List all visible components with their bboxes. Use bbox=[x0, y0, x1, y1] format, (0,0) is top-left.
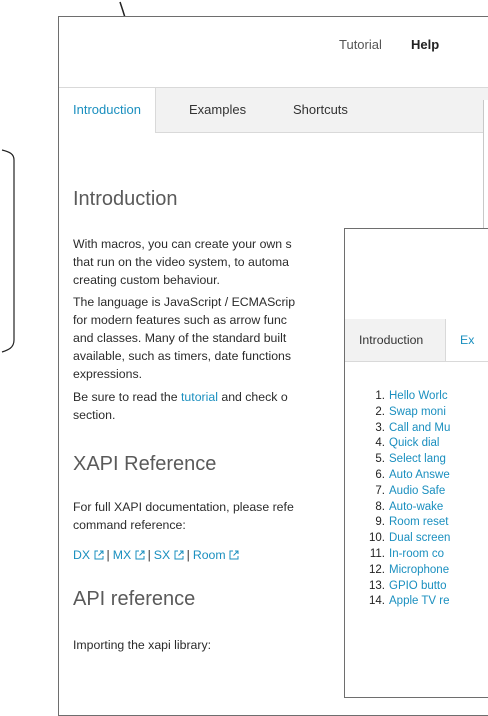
list-item[interactable]: 4. Quick dial bbox=[345, 436, 488, 452]
example-link[interactable]: GPIO butto bbox=[389, 580, 447, 592]
tutorial-link[interactable]: Tutorial bbox=[339, 37, 382, 52]
example-link[interactable]: Quick dial bbox=[389, 437, 440, 449]
ref-link-dx[interactable]: DX bbox=[73, 548, 104, 562]
list-item[interactable]: 2. Swap moni bbox=[345, 405, 488, 421]
list-item[interactable]: 7. Audio Safe bbox=[345, 484, 488, 500]
example-link[interactable]: Apple TV re bbox=[389, 595, 450, 607]
example-link[interactable]: Audio Safe bbox=[389, 485, 445, 497]
list-item[interactable]: 3. Call and Mu bbox=[345, 421, 488, 437]
ref-label: Room bbox=[192, 548, 226, 562]
item-number: 13. bbox=[369, 579, 385, 592]
list-item[interactable]: 5. Select lang bbox=[345, 452, 488, 468]
sketch-bracket-drawing bbox=[1, 149, 15, 353]
tab-shortcuts[interactable]: Shortcuts bbox=[279, 88, 362, 132]
item-number: 10. bbox=[369, 532, 385, 545]
list-item[interactable]: 10. Dual screen bbox=[345, 531, 488, 547]
item-number: 14. bbox=[369, 595, 385, 608]
item-number: 1. bbox=[375, 390, 385, 402]
example-link[interactable]: Swap moni bbox=[389, 406, 446, 418]
example-link[interactable]: Microphone bbox=[389, 564, 449, 576]
example-link[interactable]: Auto Answe bbox=[389, 469, 450, 481]
ref-link-mx[interactable]: MX bbox=[113, 548, 145, 562]
item-number: 2. bbox=[375, 405, 385, 418]
example-link[interactable]: In-room co bbox=[389, 548, 444, 560]
list-item[interactable]: 1. Hello Worlc bbox=[345, 389, 488, 405]
ref-link-sx[interactable]: SX bbox=[154, 548, 184, 562]
tutorial-inline-link[interactable]: tutorial bbox=[181, 390, 218, 404]
examples-list: 1. Hello Worlc 2. Swap moni 3. Call and Mu … bbox=[345, 389, 488, 610]
list-item[interactable]: 11. In-room co bbox=[345, 547, 488, 563]
list-item[interactable]: 13. GPIO butto bbox=[345, 579, 488, 595]
xapi-reference-links: DX | MX | SX | Room bbox=[73, 548, 239, 562]
list-item[interactable]: 9. Room reset bbox=[345, 515, 488, 531]
example-link[interactable]: Call and Mu bbox=[389, 422, 450, 434]
item-number: 8. bbox=[375, 500, 385, 513]
external-link-icon bbox=[174, 550, 184, 560]
side-panel-edge bbox=[483, 100, 488, 230]
item-number: 3. bbox=[375, 421, 385, 434]
text-span: and check o bbox=[217, 390, 288, 404]
external-link-icon bbox=[94, 550, 104, 560]
api-heading: API reference bbox=[73, 588, 196, 610]
separator: | bbox=[147, 548, 151, 562]
item-number: 4. bbox=[375, 437, 385, 450]
separator: | bbox=[106, 548, 110, 562]
help-link[interactable]: Help bbox=[411, 37, 439, 52]
example-link[interactable]: Select lang bbox=[389, 453, 446, 465]
example-link[interactable]: Hello Worlc bbox=[389, 390, 448, 402]
top-bar: Tutorial Help bbox=[59, 17, 488, 88]
tab-examples[interactable]: Examples bbox=[175, 88, 260, 132]
external-link-icon bbox=[135, 550, 145, 560]
item-number: 7. bbox=[375, 484, 385, 497]
item-number: 12. bbox=[369, 563, 385, 576]
ref-label: DX bbox=[73, 548, 91, 562]
example-link[interactable]: Room reset bbox=[389, 516, 448, 528]
item-number: 5. bbox=[375, 453, 385, 466]
ref-label: SX bbox=[153, 548, 171, 562]
list-item[interactable]: 8. Auto-wake bbox=[345, 500, 488, 516]
external-link-icon bbox=[229, 550, 239, 560]
list-item[interactable]: 14. Apple TV re bbox=[345, 594, 488, 610]
item-number: 11. bbox=[369, 547, 385, 560]
intro-heading: Introduction bbox=[73, 188, 178, 210]
text-span: Be sure to read the bbox=[73, 390, 182, 404]
example-link[interactable]: Auto-wake bbox=[389, 501, 443, 513]
tab-bar: Introduction Examples Shortcuts bbox=[59, 88, 488, 133]
front-tab-introduction[interactable]: Introduction bbox=[345, 319, 437, 361]
ref-label: MX bbox=[112, 548, 132, 562]
front-tab-bar: Introduction Ex bbox=[345, 319, 488, 362]
tab-introduction[interactable]: Introduction bbox=[59, 88, 156, 133]
xapi-heading: XAPI Reference bbox=[73, 453, 217, 475]
item-number: 9. bbox=[375, 516, 385, 529]
list-item[interactable]: 6. Auto Answe bbox=[345, 468, 488, 484]
ref-link-room[interactable]: Room bbox=[193, 548, 239, 562]
examples-window: Introduction Ex 1. Hello Worlc 2. Swap mon… bbox=[344, 228, 488, 698]
list-item[interactable]: 12. Microphone bbox=[345, 563, 488, 579]
separator: | bbox=[186, 548, 190, 562]
item-number: 6. bbox=[375, 468, 385, 481]
example-link[interactable]: Dual screen bbox=[389, 532, 450, 544]
front-tab-examples[interactable]: Ex bbox=[445, 319, 488, 361]
